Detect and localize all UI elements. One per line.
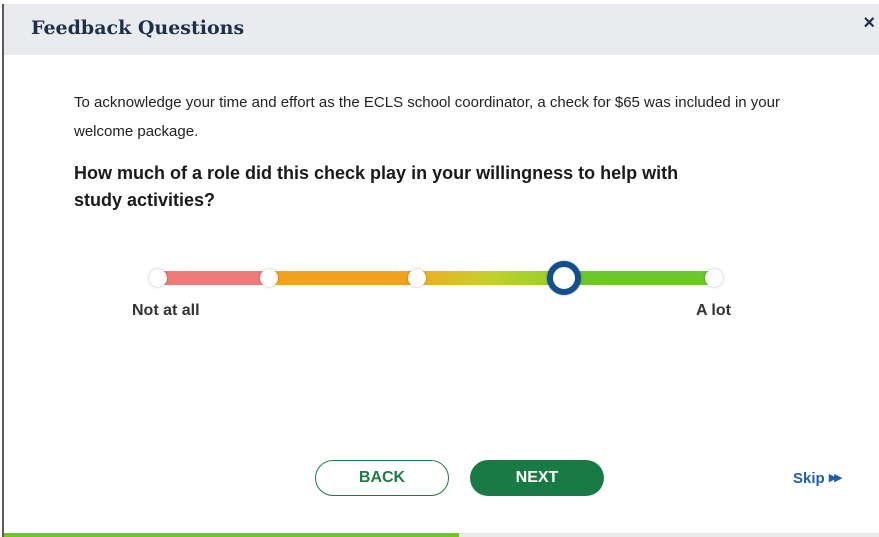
scale-option-3[interactable]: [408, 269, 426, 287]
scale-segment-3: [417, 271, 567, 285]
progress-fill: [4, 533, 459, 537]
skip-link[interactable]: Skip ▶▶: [793, 470, 843, 487]
scale-segment-1: [157, 271, 269, 285]
scale-option-4-selected[interactable]: [547, 261, 581, 295]
progress-bar: [4, 533, 879, 537]
scale-min-label: Not at all: [132, 302, 200, 319]
scale-option-2[interactable]: [260, 269, 278, 287]
scale-option-1[interactable]: [149, 269, 167, 287]
fast-forward-icon: ▶▶: [828, 472, 843, 484]
scale-segment-2: [269, 271, 417, 285]
back-button[interactable]: BACK: [315, 460, 449, 496]
rating-scale: Not at all A lot: [4, 4, 879, 537]
skip-label: Skip: [793, 470, 825, 487]
next-button[interactable]: NEXT: [470, 460, 604, 496]
scale-segment-4: [567, 271, 714, 285]
scale-max-label: A lot: [696, 302, 731, 319]
feedback-dialog: Feedback Questions × To acknowledge your…: [2, 4, 879, 537]
scale-option-5[interactable]: [705, 269, 723, 287]
